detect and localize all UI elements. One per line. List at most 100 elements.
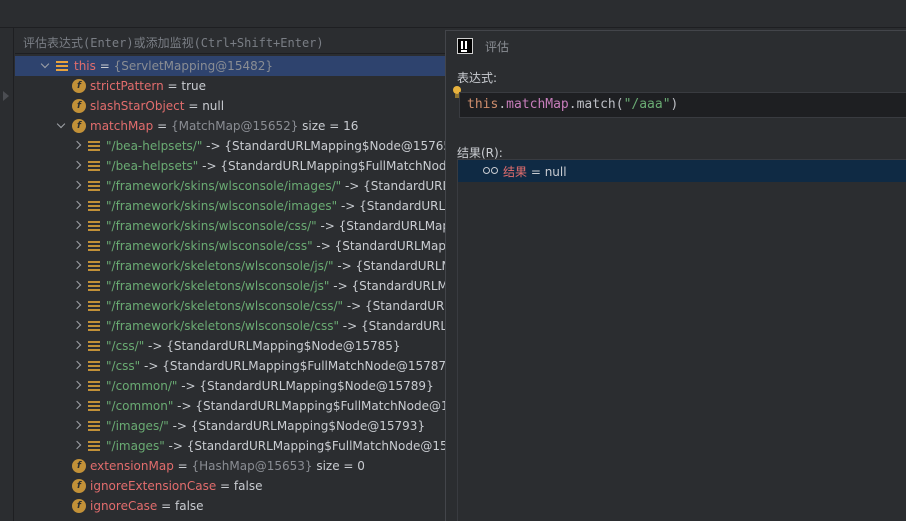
equals-sign: = (163, 79, 182, 93)
row-text: "/common/" -> {StandardURLMapping$Node@1… (106, 376, 434, 396)
map-entry-icon (88, 440, 100, 452)
map-entry-row[interactable]: "/images/" -> {StandardURLMapping$Node@1… (15, 416, 445, 436)
row-text: ignoreCase = false (90, 496, 204, 516)
map-entry-icon (88, 220, 100, 232)
row-text: "/framework/skeletons/wlsconsole/css" ->… (106, 316, 445, 336)
map-entry-row[interactable]: "/framework/skins/wlsconsole/images/" ->… (15, 176, 445, 196)
variable-name: slashStarObject (90, 99, 185, 113)
entry-key: "/framework/skins/wlsconsole/css/" (106, 219, 317, 233)
variable-name: extensionMap (90, 459, 174, 473)
chevron-down-icon[interactable] (41, 62, 49, 70)
entry-value: {StandardURLMapping$Node@15765} (224, 139, 445, 153)
variable-row[interactable]: f ignoreCase = false (15, 496, 445, 516)
variable-row[interactable]: f strictPattern = true (15, 76, 445, 96)
variable-size: size = 16 (298, 119, 359, 133)
entry-arrow: -> (144, 339, 167, 353)
row-text: this = {ServletMapping@15482} (74, 56, 273, 76)
chevron-right-icon[interactable] (73, 402, 81, 410)
variable-name: this (74, 59, 96, 73)
variable-row[interactable]: this = {ServletMapping@15482} (15, 56, 445, 76)
row-text: "/css" -> {StandardURLMapping$FullMatchN… (106, 356, 445, 376)
variable-size: size = 0 (312, 459, 365, 473)
map-entry-icon (88, 380, 100, 392)
map-entry-row[interactable]: "/framework/skeletons/wlsconsole/css/" -… (15, 296, 445, 316)
row-text: "/bea-helpsets" -> {StandardURLMapping$F… (106, 156, 445, 176)
map-entry-icon (88, 200, 100, 212)
chevron-right-icon[interactable] (73, 182, 81, 190)
chevron-right-icon[interactable] (73, 262, 81, 270)
expr-close: ) (670, 97, 679, 112)
row-text: strictPattern = true (90, 76, 206, 96)
chevron-right-icon[interactable] (73, 302, 81, 310)
row-text: "/framework/skeletons/wlsconsole/js/" ->… (106, 256, 445, 276)
map-entry-row[interactable]: "/bea-helpsets" -> {StandardURLMapping$F… (15, 156, 445, 176)
map-entry-row[interactable]: "/framework/skeletons/wlsconsole/css" ->… (15, 316, 445, 336)
result-row[interactable]: 结果 = null (458, 160, 906, 182)
chevron-right-icon[interactable] (73, 162, 81, 170)
entry-value: {StandardURLMapping$FullMatchNode@15768} (359, 199, 445, 213)
map-entry-row[interactable]: "/framework/skins/wlsconsole/css" -> {St… (15, 236, 445, 256)
entry-key: "/common/" (106, 379, 178, 393)
map-entry-icon (88, 240, 100, 252)
expr-call: .match( (568, 97, 624, 112)
watch-glasses-icon (483, 166, 499, 175)
dialog-title-bar[interactable]: 评估 (446, 31, 906, 61)
chevron-right-icon[interactable] (73, 342, 81, 350)
chevron-right-icon[interactable] (73, 242, 81, 250)
chevron-right-icon[interactable] (73, 282, 81, 290)
row-text: "/common" -> {StandardURLMapping$FullMat… (106, 396, 445, 416)
chevron-right-icon[interactable] (73, 222, 81, 230)
entry-value: {StandardURLMapping$Node@15789} (199, 379, 434, 393)
expression-editor[interactable]: this.matchMap.match("/aaa") (459, 92, 906, 118)
entry-arrow: -> (164, 439, 187, 453)
equals-sign: = (184, 99, 203, 113)
variable-row[interactable]: f ignoreExtensionCase = false (15, 476, 445, 496)
entry-key: "/framework/skeletons/wlsconsole/js/" (106, 259, 334, 273)
map-entry-row[interactable]: "/framework/skins/wlsconsole/images" -> … (15, 196, 445, 216)
entry-key: "/framework/skeletons/wlsconsole/css/" (106, 299, 344, 313)
map-entry-row[interactable]: "/framework/skeletons/wlsconsole/js/" ->… (15, 256, 445, 276)
variable-value: null (202, 99, 225, 113)
entry-key: "/css" (106, 359, 141, 373)
row-text: "/framework/skins/wlsconsole/images/" ->… (106, 176, 445, 196)
entry-arrow: -> (173, 399, 196, 413)
variable-row[interactable]: f extensionMap = {HashMap@15653} size = 0 (15, 456, 445, 476)
chevron-right-icon[interactable] (73, 322, 81, 330)
entry-key: "/bea-helpsets" (106, 159, 199, 173)
entry-value: {StandardURLMapping$FullMatchNode@15787} (162, 359, 445, 373)
field-icon: f (72, 459, 86, 473)
result-name: 结果 (503, 165, 528, 179)
map-entry-row[interactable]: "/common" -> {StandardURLMapping$FullMat… (15, 396, 445, 416)
map-entry-row[interactable]: "/css/" -> {StandardURLMapping$Node@1578… (15, 336, 445, 356)
entry-arrow: -> (177, 379, 200, 393)
chevron-down-icon[interactable] (57, 122, 65, 130)
variables-tree[interactable]: this = {ServletMapping@15482} f strictPatt… (15, 56, 445, 521)
entry-value: {StandardURLMapping$FullMatchNode@15766} (220, 159, 445, 173)
equals-sign: = (153, 119, 171, 133)
chevron-right-icon[interactable] (73, 142, 81, 150)
variable-name: ignoreCase (90, 499, 158, 513)
variable-value: true (181, 79, 207, 93)
chevron-right-icon[interactable] (73, 362, 81, 370)
variable-row[interactable]: f matchMap = {MatchMap@15652} size = 16 (15, 116, 445, 136)
chevron-right-icon[interactable] (73, 382, 81, 390)
entry-key: "/css/" (106, 339, 145, 353)
row-text: slashStarObject = null (90, 96, 224, 116)
entry-arrow: -> (343, 299, 366, 313)
map-entry-row[interactable]: "/framework/skins/wlsconsole/css/" -> {S… (15, 216, 445, 236)
map-entry-row[interactable]: "/common/" -> {StandardURLMapping$Node@1… (15, 376, 445, 396)
variable-row[interactable]: f slashStarObject = null (15, 96, 445, 116)
left-gutter (0, 28, 14, 521)
map-entry-row[interactable]: "/framework/skeletons/wlsconsole/js" -> … (15, 276, 445, 296)
chevron-right-icon[interactable] (73, 422, 81, 430)
map-entry-row[interactable]: "/images" -> {StandardURLMapping$FullMat… (15, 436, 445, 456)
entry-key: "/framework/skeletons/wlsconsole/css" (106, 319, 339, 333)
row-text: "/framework/skeletons/wlsconsole/js" -> … (106, 276, 445, 296)
chevron-right-icon[interactable] (73, 442, 81, 450)
chevron-right-icon[interactable] (73, 202, 81, 210)
map-entry-row[interactable]: "/css" -> {StandardURLMapping$FullMatchN… (15, 356, 445, 376)
map-entry-row[interactable]: "/bea-helpsets/" -> {StandardURLMapping$… (15, 136, 445, 156)
watch-input-placeholder: 评估表达式(Enter)或添加监视(Ctrl+Shift+Enter) (23, 36, 324, 50)
equals-sign: = (95, 59, 114, 73)
variable-value: false (233, 479, 263, 493)
